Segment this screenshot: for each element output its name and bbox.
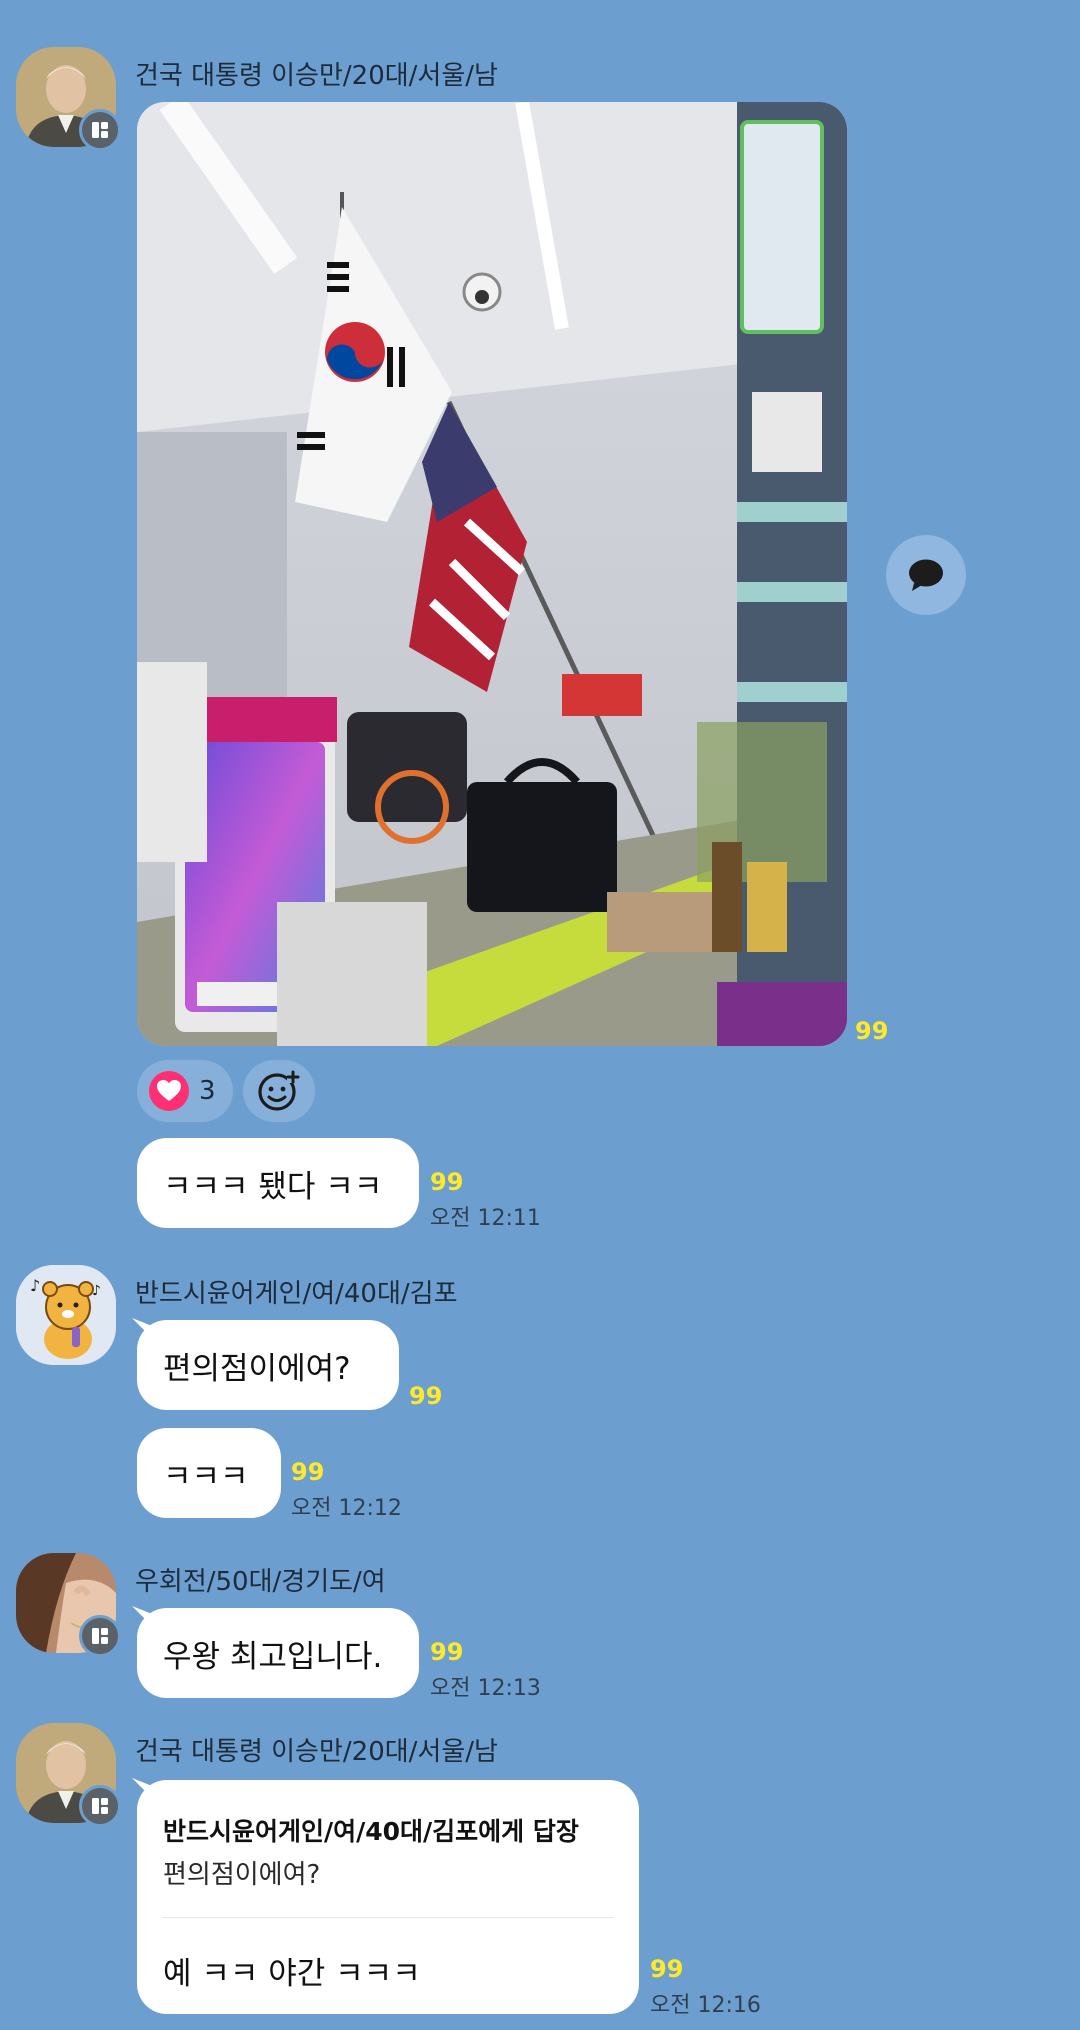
unread-count: 99: [430, 1638, 464, 1666]
message-text: 우왕 최고입니다.: [163, 1638, 383, 1675]
reply-bubble[interactable]: 반드시윤어게인/여/40대/김포에게 답장 편의점이에여? 예 ㅋㅋ 야간 ㅋㅋ…: [137, 1780, 639, 2014]
message-text: 편의점이에여?: [163, 1350, 351, 1387]
sender-name: 건국 대통령 이승만/20대/서울/남: [135, 61, 498, 91]
photo-message[interactable]: [137, 102, 847, 1046]
message-time: 오전 12:13: [430, 1676, 541, 1701]
message-bubble[interactable]: ㅋㅋㅋ: [137, 1428, 281, 1518]
quoted-text: 편의점이에여?: [163, 1860, 321, 1890]
message-time: 오전 12:16: [650, 1993, 761, 2018]
unread-count: 99: [650, 1955, 684, 1983]
sender-name: 건국 대통령 이승만/20대/서울/남: [135, 1737, 498, 1767]
message-bubble[interactable]: 편의점이에여?: [137, 1320, 399, 1410]
like-reaction[interactable]: 3: [137, 1060, 233, 1122]
heart-icon: [149, 1071, 189, 1111]
unread-count: 99: [855, 1017, 889, 1045]
add-reaction-button[interactable]: [243, 1060, 315, 1122]
unread-count: 99: [430, 1168, 464, 1196]
svg-text:♪: ♪: [30, 1276, 40, 1295]
message-time: 오전 12:12: [291, 1496, 402, 1521]
message-bubble[interactable]: ㅋㅋㅋ 됐다 ㅋㅋ: [137, 1138, 419, 1228]
board-icon: [79, 109, 121, 151]
message-text: ㅋㅋㅋ: [163, 1458, 249, 1495]
message-time: 오전 12:11: [430, 1206, 541, 1231]
unread-count: 99: [291, 1458, 325, 1486]
message-text: 예 ㅋㅋ 야간 ㅋㅋㅋ: [163, 1956, 421, 1992]
share-button[interactable]: [886, 535, 966, 615]
smiley-add-icon: [258, 1070, 300, 1111]
like-count: 3: [199, 1076, 216, 1106]
sender-name: 반드시윤어게인/여/40대/김포: [135, 1279, 458, 1309]
message-bubble[interactable]: 우왕 최고입니다.: [137, 1608, 419, 1698]
reply-divider: [163, 1917, 613, 1918]
speech-bubble-icon: [909, 559, 943, 591]
sender-name: 우회전/50대/경기도/여: [135, 1567, 386, 1597]
unread-count: 99: [409, 1382, 443, 1410]
board-icon: [79, 1615, 121, 1657]
message-text: ㅋㅋㅋ 됐다 ㅋㅋ: [163, 1168, 383, 1205]
reply-target: 반드시윤어게인/여/40대/김포에게 답장: [163, 1817, 579, 1846]
avatar-sender-2[interactable]: ♪ ♪: [16, 1265, 116, 1365]
board-icon: [79, 1785, 121, 1827]
